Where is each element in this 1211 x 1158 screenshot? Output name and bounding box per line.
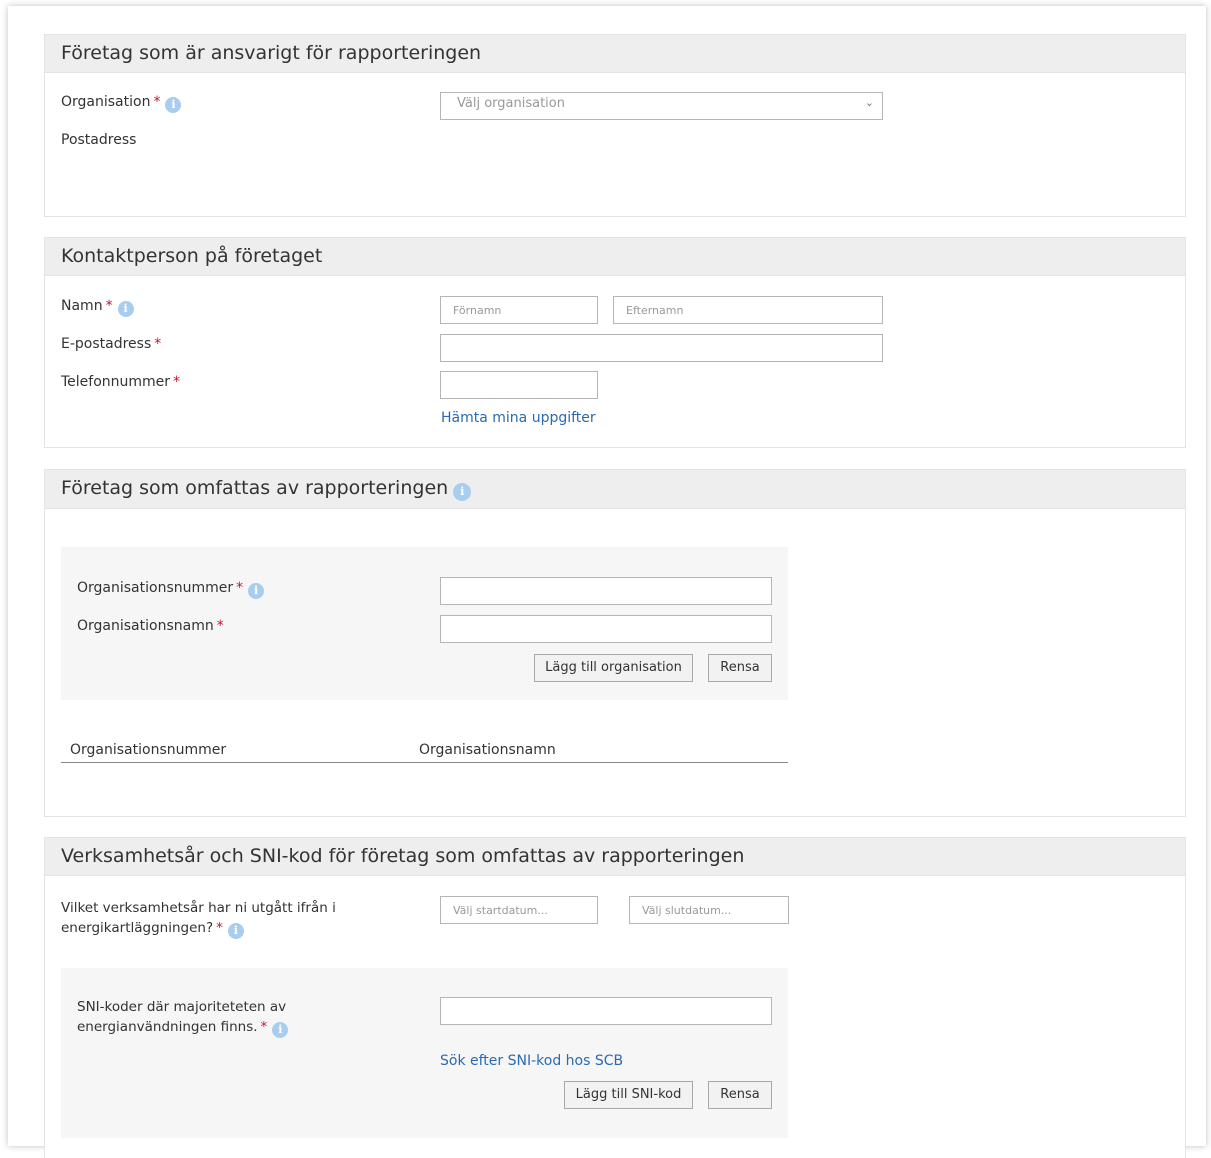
add-sni-code-button[interactable]: Lägg till SNI-kod bbox=[564, 1081, 693, 1109]
name-label: Namn * i bbox=[61, 298, 134, 317]
section-header: Kontaktperson på företaget bbox=[45, 238, 1185, 276]
business-year-label-line1: Vilket verksamhetsår har ni utgått ifrån… bbox=[61, 900, 336, 916]
sni-code-label-line1: SNI-koder där majoriteteten av bbox=[77, 999, 287, 1015]
section-header: Företag som omfattas av rapporteringen i bbox=[45, 470, 1185, 509]
required-marker: * bbox=[154, 336, 162, 352]
end-date-input[interactable]: Välj slutdatum... bbox=[629, 896, 789, 924]
table-header-orgname: Organisationsnamn bbox=[419, 742, 556, 758]
orgnumber-label: Organisationsnummer * i bbox=[77, 580, 265, 599]
phone-label-text: Telefonnummer bbox=[61, 374, 171, 390]
section-included-companies: Företag som omfattas av rapporteringen i … bbox=[44, 469, 1186, 817]
organisation-select-placeholder: Välj organisation bbox=[457, 96, 565, 111]
add-organisation-panel: Organisationsnummer * i Organisationsnamn *… bbox=[61, 547, 788, 700]
section-title: Företag som omfattas av rapporteringen i bbox=[61, 477, 472, 501]
end-date-placeholder: Välj slutdatum... bbox=[642, 904, 732, 917]
email-input[interactable] bbox=[440, 334, 883, 362]
email-label: E-postadress * bbox=[61, 336, 161, 352]
section-title: Verksamhetsår och SNI-kod för företag so… bbox=[61, 845, 745, 867]
required-marker: * bbox=[216, 618, 224, 634]
clear-sni-button[interactable]: Rensa bbox=[708, 1081, 772, 1109]
organisation-label-text: Organisation bbox=[61, 94, 151, 110]
form-page: Företag som är ansvarigt för rapporterin… bbox=[8, 6, 1206, 1158]
orgname-input[interactable] bbox=[440, 615, 772, 643]
business-year-label-line2: energikartläggningen? * i bbox=[61, 918, 391, 939]
table-header-orgnumber: Organisationsnummer bbox=[70, 742, 227, 758]
start-date-placeholder: Välj startdatum... bbox=[453, 904, 548, 917]
phone-label: Telefonnummer * bbox=[61, 374, 180, 390]
postaddress-label: Postadress bbox=[61, 132, 137, 148]
section-title-text: Företag som omfattas av rapporteringen bbox=[61, 477, 449, 499]
required-marker: * bbox=[173, 374, 181, 390]
section-title: Företag som är ansvarigt för rapporterin… bbox=[61, 42, 482, 64]
business-year-label: Vilket verksamhetsår har ni utgått ifrån… bbox=[61, 898, 391, 939]
required-marker: * bbox=[105, 298, 113, 314]
email-label-text: E-postadress bbox=[61, 336, 152, 352]
business-year-label-line2-text: energikartläggningen? bbox=[61, 920, 214, 936]
fetch-my-details-link[interactable]: Hämta mina uppgifter bbox=[441, 410, 596, 426]
lastname-input[interactable]: Efternamn bbox=[613, 296, 883, 324]
search-sni-code-link[interactable]: Sök efter SNI-kod hos SCB bbox=[440, 1053, 623, 1069]
orgname-label: Organisationsnamn * bbox=[77, 618, 224, 634]
table-header-divider bbox=[61, 762, 788, 763]
info-icon[interactable]: i bbox=[227, 923, 244, 939]
orgnumber-label-text: Organisationsnummer bbox=[77, 580, 234, 596]
start-date-input[interactable]: Välj startdatum... bbox=[440, 896, 598, 924]
required-marker: * bbox=[153, 94, 161, 110]
section-title: Kontaktperson på företaget bbox=[61, 245, 323, 267]
lastname-placeholder: Efternamn bbox=[626, 304, 684, 317]
sni-code-label-line2-text: energianvändningen finns. bbox=[77, 1019, 258, 1035]
sni-code-panel: SNI-koder där majoriteteten av energianv… bbox=[61, 968, 788, 1138]
firstname-input[interactable]: Förnamn bbox=[440, 296, 598, 324]
required-marker: * bbox=[260, 1019, 268, 1035]
info-icon[interactable]: i bbox=[165, 97, 182, 113]
info-icon[interactable]: i bbox=[117, 301, 134, 317]
info-icon[interactable]: i bbox=[272, 1022, 289, 1038]
chevron-down-icon: ⌄ bbox=[864, 96, 874, 109]
sni-code-label: SNI-koder där majoriteteten av energianv… bbox=[77, 997, 377, 1038]
orgnumber-input[interactable] bbox=[440, 577, 772, 605]
name-label-text: Namn bbox=[61, 298, 103, 314]
phone-input[interactable] bbox=[440, 371, 598, 399]
info-icon[interactable]: i bbox=[453, 483, 472, 501]
orgname-label-text: Organisationsnamn bbox=[77, 618, 214, 634]
sni-code-label-line2: energianvändningen finns. * i bbox=[77, 1017, 377, 1038]
clear-button[interactable]: Rensa bbox=[708, 654, 772, 682]
organisation-label: Organisation * i bbox=[61, 94, 182, 113]
sni-code-input[interactable] bbox=[440, 997, 772, 1025]
required-marker: * bbox=[216, 920, 223, 936]
firstname-placeholder: Förnamn bbox=[453, 304, 502, 317]
section-contact-person: Kontaktperson på företaget Namn * i Förnam… bbox=[44, 237, 1186, 448]
organisation-select[interactable]: Välj organisation ⌄ bbox=[440, 92, 883, 120]
section-responsible-company: Företag som är ansvarigt för rapporterin… bbox=[44, 34, 1186, 217]
section-header: Verksamhetsår och SNI-kod för företag so… bbox=[45, 838, 1185, 876]
required-marker: * bbox=[236, 580, 244, 596]
add-organisation-button[interactable]: Lägg till organisation bbox=[534, 654, 693, 682]
info-icon[interactable]: i bbox=[248, 583, 265, 599]
section-header: Företag som är ansvarigt för rapporterin… bbox=[45, 35, 1185, 73]
section-business-year-sni: Verksamhetsår och SNI-kod för företag so… bbox=[44, 837, 1186, 1158]
